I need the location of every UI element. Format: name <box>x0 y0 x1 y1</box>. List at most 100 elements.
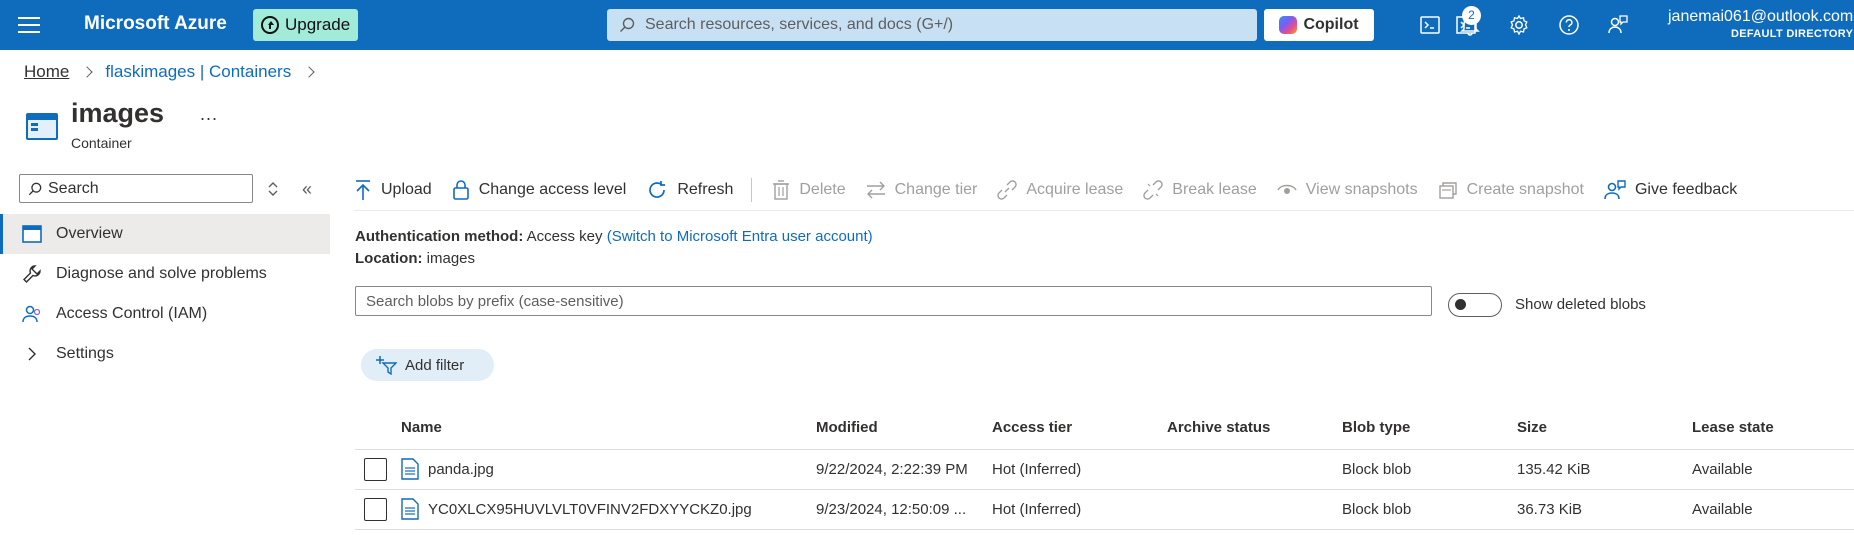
column-header-archive-status[interactable]: Archive status <box>1167 419 1270 436</box>
add-filter-icon <box>376 356 397 375</box>
nav-search[interactable] <box>19 174 253 203</box>
blob-lease-state: Available <box>1692 461 1753 478</box>
blob-modified: 9/23/2024, 12:50:09 ... <box>816 501 967 518</box>
terminal-icon[interactable] <box>1418 13 1442 37</box>
upgrade-button[interactable]: Upgrade <box>253 9 359 41</box>
nav-item-label: Access Control (IAM) <box>56 305 208 322</box>
create-snapshot-button[interactable]: Create snapshot <box>1438 180 1584 200</box>
blob-lease-state: Available <box>1692 501 1753 518</box>
blob-type: Block blob <box>1342 501 1412 518</box>
blob-name[interactable]: panda.jpg <box>428 461 494 478</box>
view-snapshots-button[interactable]: View snapshots <box>1277 181 1418 199</box>
switch-auth-link[interactable]: (Switch to Microsoft Entra user account) <box>607 228 873 245</box>
nav-item-overview[interactable]: Overview <box>0 214 330 254</box>
global-search-input[interactable] <box>645 16 1245 34</box>
overview-icon <box>22 224 42 244</box>
upgrade-arrow-icon <box>261 16 279 34</box>
brand-name[interactable]: Microsoft Azure <box>84 13 227 35</box>
search-icon <box>620 17 635 32</box>
nav-item-diagnose[interactable]: Diagnose and solve problems <box>0 254 330 294</box>
blob-size: 36.73 KiB <box>1517 501 1583 518</box>
table-divider <box>355 489 1854 490</box>
break-lease-button[interactable]: Break lease <box>1143 180 1257 200</box>
location-label: Location: <box>355 250 423 267</box>
broken-link-icon <box>1143 180 1164 200</box>
row-checkbox[interactable] <box>364 458 387 481</box>
auth-method-row: Authentication method: Access key (Switc… <box>355 228 873 245</box>
create-snapshot-label: Create snapshot <box>1466 181 1584 198</box>
copilot-label: Copilot <box>1303 16 1359 33</box>
more-options-button[interactable]: ... <box>200 104 218 125</box>
account-menu[interactable]: janemai061@outlook.com DEFAULT DIRECTORY <box>1668 8 1853 40</box>
nav-search-input[interactable] <box>48 179 248 198</box>
blob-size: 135.42 KiB <box>1517 461 1591 478</box>
page-subtitle: Container <box>71 135 132 151</box>
column-header-modified[interactable]: Modified <box>816 419 878 436</box>
location-value: images <box>426 250 476 267</box>
file-icon <box>401 458 419 480</box>
change-tier-button[interactable]: Change tier <box>866 181 978 199</box>
feedback-person-icon[interactable] <box>1606 13 1630 37</box>
page-title: images <box>71 98 165 128</box>
breadcrumb-parent[interactable]: flaskimages | Containers <box>105 62 291 82</box>
global-search[interactable] <box>607 9 1257 41</box>
refresh-button[interactable]: Refresh <box>646 179 733 201</box>
change-tier-label: Change tier <box>894 181 978 198</box>
change-access-level-button[interactable]: Change access level <box>452 179 627 201</box>
eye-icon <box>1277 184 1297 194</box>
snapshot-icon <box>1438 182 1457 199</box>
give-feedback-button[interactable]: Give feedback <box>1604 179 1737 201</box>
acquire-lease-label: Acquire lease <box>1026 181 1124 198</box>
show-deleted-toggle[interactable] <box>1448 293 1502 317</box>
add-filter-button[interactable]: Add filter <box>361 349 494 381</box>
nav-item-label: Overview <box>56 225 123 242</box>
table-divider <box>355 529 1854 530</box>
change-access-level-label: Change access level <box>478 181 627 198</box>
auth-method-value: Access key <box>526 228 603 245</box>
blob-prefix-search-input[interactable] <box>355 286 1432 316</box>
sort-updown-icon[interactable] <box>266 180 280 198</box>
upload-button[interactable]: Upload <box>354 179 432 201</box>
wrench-icon <box>22 264 42 284</box>
copilot-icon <box>1279 16 1298 34</box>
nav-item-label: Settings <box>56 345 114 362</box>
blob-modified: 9/22/2024, 2:22:39 PM <box>816 461 968 478</box>
blob-name[interactable]: YC0XLCX95HUVLVLT0VFINV2FDXYYCKZ0.jpg <box>428 501 752 518</box>
gear-icon[interactable] <box>1507 13 1531 37</box>
nav-item-access-control[interactable]: Access Control (IAM) <box>0 294 330 334</box>
toolbar-divider-line <box>354 210 1854 211</box>
delete-label: Delete <box>799 181 846 198</box>
search-icon <box>28 182 42 195</box>
link-icon <box>997 180 1018 200</box>
swap-arrows-icon <box>866 181 885 199</box>
breadcrumb-home[interactable]: Home <box>24 62 69 82</box>
column-header-access-tier[interactable]: Access tier <box>992 419 1072 436</box>
lock-icon <box>452 180 469 200</box>
trash-icon <box>773 180 790 200</box>
people-icon <box>22 304 42 324</box>
auth-method-label: Authentication method: <box>355 228 524 245</box>
column-header-size[interactable]: Size <box>1517 419 1547 436</box>
upgrade-label: Upgrade <box>285 15 351 34</box>
delete-button[interactable]: Delete <box>772 180 846 200</box>
help-icon[interactable] <box>1557 13 1581 37</box>
chevron-right-icon <box>22 344 42 364</box>
column-header-blob-type[interactable]: Blob type <box>1342 419 1410 436</box>
file-icon <box>401 498 419 520</box>
copilot-button[interactable]: Copilot <box>1264 9 1374 41</box>
blob-access-tier: Hot (Inferred) <box>992 461 1082 478</box>
feedback-icon <box>1604 180 1626 200</box>
column-header-lease-state[interactable]: Lease state <box>1692 419 1774 436</box>
row-checkbox[interactable] <box>364 498 387 521</box>
user-directory: DEFAULT DIRECTORY <box>1731 28 1854 40</box>
chevron-right-icon <box>303 66 315 78</box>
upload-label: Upload <box>381 181 432 198</box>
view-snapshots-label: View snapshots <box>1305 181 1418 198</box>
breadcrumb: Home flaskimages | Containers <box>24 62 317 82</box>
acquire-lease-button[interactable]: Acquire lease <box>997 180 1123 200</box>
break-lease-label: Break lease <box>1172 181 1257 198</box>
column-header-name[interactable]: Name <box>401 419 442 436</box>
nav-item-settings[interactable]: Settings <box>0 334 330 374</box>
collapse-nav-icon[interactable]: « <box>302 180 312 198</box>
menu-icon[interactable] <box>18 14 40 36</box>
